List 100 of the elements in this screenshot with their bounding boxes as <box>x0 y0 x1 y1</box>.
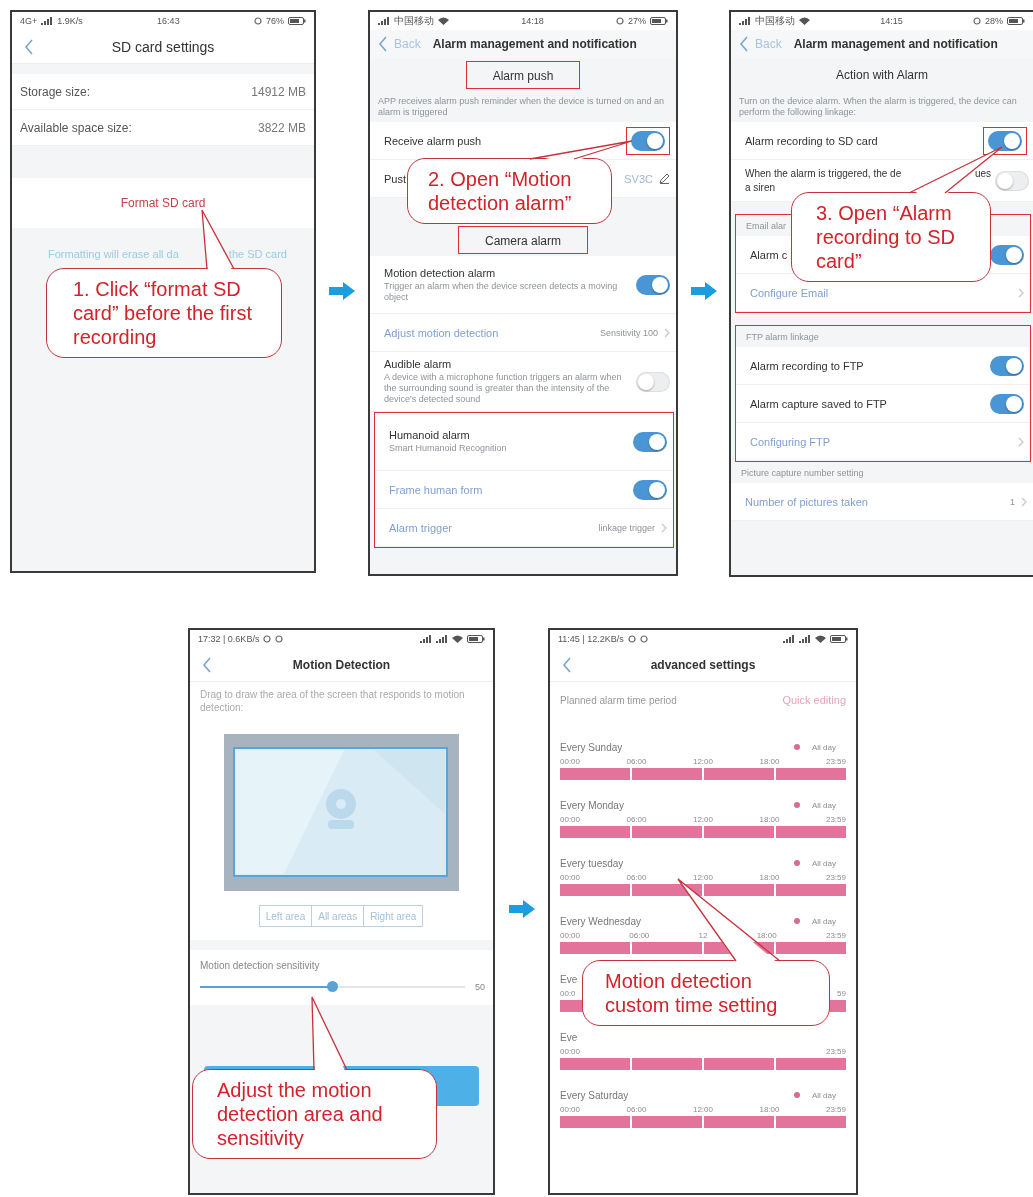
setting-label: Audible alarm <box>384 358 452 370</box>
setting-link[interactable]: Configuring FTP <box>750 435 831 448</box>
toggle-switch[interactable] <box>995 170 1029 191</box>
day-label: Every Saturday <box>560 1089 629 1101</box>
setting-link[interactable]: Alarm trigger <box>389 521 452 534</box>
all-day-label: All day <box>812 800 836 810</box>
status-text: 4G+ <box>20 16 38 26</box>
toggle-switch[interactable] <box>636 371 670 392</box>
info-value: 14912 MB <box>251 84 306 99</box>
right-arrow-icon <box>329 282 355 300</box>
status-dot <box>794 918 800 924</box>
day-label: Every Monday <box>560 799 624 811</box>
toggle-switch[interactable] <box>633 479 667 500</box>
section-label: FTP alarm linkage <box>745 331 820 344</box>
all-day-label: All day <box>812 742 836 752</box>
setting-value: SV3C <box>624 172 653 185</box>
area-button[interactable]: Right area <box>363 905 424 927</box>
setting-value: linkage trigger <box>598 522 655 533</box>
setting-label: Frame human form <box>389 483 483 496</box>
time-tick: 12:00 <box>692 872 713 884</box>
section-note: Turn on the device alarm. When the alarm is triggered, the device can perform the following linkage: <box>739 96 1018 118</box>
setting-label: Alarm c <box>750 248 788 261</box>
slider-value: 50 <box>475 982 485 992</box>
screen-title: Motion Detection <box>291 657 392 672</box>
signal-icon <box>739 17 751 25</box>
back-link[interactable]: Back <box>755 37 782 51</box>
toggle-switch[interactable] <box>990 244 1024 265</box>
time-tick: 23:59 <box>825 930 846 942</box>
signal-icon <box>436 635 448 643</box>
slider-thumb[interactable] <box>327 981 339 992</box>
battery-icon <box>288 17 306 25</box>
back-link[interactable]: Back <box>394 37 421 51</box>
carrier-name: 中国移动 <box>755 14 795 28</box>
setting-label: Receive alarm push <box>384 134 482 147</box>
status-dot <box>794 744 800 750</box>
back-icon[interactable] <box>562 656 572 673</box>
back-icon[interactable] <box>378 36 388 52</box>
time-tick: 23:59 <box>825 1046 846 1058</box>
back-icon[interactable] <box>202 656 212 673</box>
back-icon[interactable] <box>24 38 34 55</box>
schedule-bar[interactable] <box>560 1116 846 1128</box>
signal-icon <box>783 635 795 643</box>
schedule-bar[interactable] <box>560 884 846 896</box>
time-tick: 06:00 <box>626 1104 647 1116</box>
battery-icon <box>650 17 668 25</box>
wifi-icon <box>799 17 810 25</box>
all-day-label: All day <box>812 1090 836 1100</box>
area-button[interactable]: All areas <box>311 905 365 927</box>
back-icon[interactable] <box>739 36 749 52</box>
pencil-icon[interactable] <box>659 173 670 184</box>
chevron-icon <box>1021 496 1027 507</box>
status-dot <box>794 1092 800 1098</box>
right-arrow-icon <box>508 900 535 918</box>
time-tick: 18:00 <box>759 756 780 768</box>
setting-link[interactable]: Adjust motion detection <box>384 326 499 339</box>
schedule-bar[interactable] <box>560 768 846 780</box>
battery-percentage: 28% <box>985 16 1003 26</box>
info-value: 3822 MB <box>257 120 306 135</box>
signal-icon <box>41 17 54 25</box>
battery-icon <box>830 635 848 643</box>
time-tick: 00:00 <box>560 814 581 826</box>
toggle-switch[interactable] <box>633 431 667 452</box>
toggle-switch[interactable] <box>990 393 1024 414</box>
section-title: Alarm push <box>492 69 554 83</box>
callout-tooltip: Adjust the motion detection area and sensitivity <box>192 1069 437 1159</box>
screen-title: advanced settings <box>649 657 757 672</box>
clock-time: 16:43 <box>156 16 181 26</box>
all-day-label: All day <box>812 916 836 926</box>
area-button[interactable]: Left area <box>258 905 313 927</box>
setting-value: 1 <box>1010 496 1015 507</box>
time-tick: 00:00 <box>560 1104 581 1116</box>
toggle-switch[interactable] <box>988 130 1022 151</box>
toggle-switch[interactable] <box>636 274 670 295</box>
hint-text: Formatting will erase all da <box>48 248 179 260</box>
schedule-bar[interactable] <box>560 826 846 838</box>
setting-label: Alarm recording to FTP <box>750 359 864 372</box>
carrier-name: 中国移动 <box>394 14 434 28</box>
slider-track[interactable] <box>200 981 465 993</box>
time-tick: 00:00 <box>560 930 581 942</box>
wifi-icon <box>452 635 463 643</box>
setting-link[interactable]: Number of pictures taken <box>745 495 868 508</box>
screen-title: SD card settings <box>110 38 216 55</box>
quick-edit-link[interactable]: Quick editing <box>782 694 846 706</box>
alarm-icon <box>616 17 624 25</box>
section-label: Planned alarm time period <box>560 694 677 706</box>
time-tick: 18:00 <box>759 814 780 826</box>
schedule-bar[interactable] <box>560 1058 846 1070</box>
screen-title: Alarm management and notification <box>793 37 998 51</box>
setting-label: ues <box>974 167 991 180</box>
toggle-switch[interactable] <box>990 355 1024 376</box>
alarm-icon <box>254 17 262 25</box>
battery-percentage: 76% <box>266 16 284 26</box>
clock-time: 14:18 <box>520 16 545 26</box>
time-tick: 18:00 <box>756 930 777 942</box>
toggle-switch[interactable] <box>631 130 665 151</box>
time-tick: 23:59 <box>825 814 846 826</box>
battery-percentage: 27% <box>628 16 646 26</box>
setting-link[interactable]: Configure Email <box>750 286 829 299</box>
time-tick: 18:00 <box>759 1104 780 1116</box>
time-tick: 12:00 <box>692 756 713 768</box>
